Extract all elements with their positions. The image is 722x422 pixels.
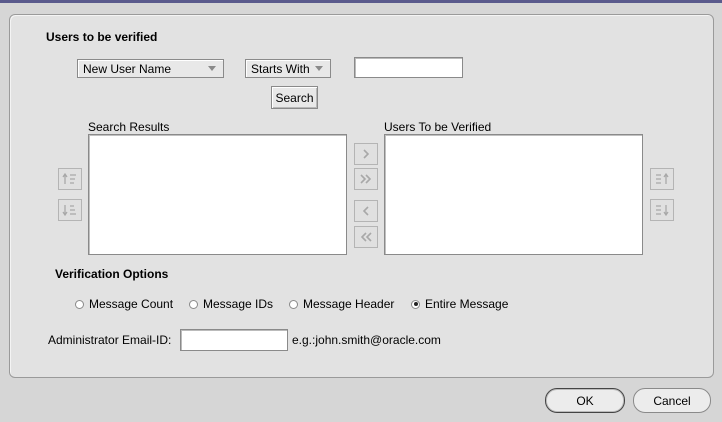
chevron-down-icon: [208, 66, 216, 71]
search-button[interactable]: Search: [271, 86, 318, 109]
sort-descending-button[interactable]: [58, 199, 82, 221]
radio-message-header[interactable]: Message Header: [289, 297, 394, 311]
radio-label: Message Header: [303, 297, 395, 311]
search-value-input[interactable]: [354, 57, 463, 78]
radio-label: Entire Message: [425, 297, 509, 311]
move-all-right-button[interactable]: [354, 168, 378, 190]
ok-button[interactable]: OK: [545, 388, 625, 413]
radio-message-count[interactable]: Message Count: [75, 297, 173, 311]
radio-button-selected-icon: [411, 299, 420, 309]
operator-select[interactable]: Starts With: [245, 59, 331, 78]
sort-ascending-icon: [62, 172, 76, 184]
radio-entire-message[interactable]: Entire Message: [411, 297, 508, 311]
move-down-icon: [656, 205, 669, 217]
chevron-down-icon: [315, 66, 323, 71]
users-to-verify-list[interactable]: [384, 134, 643, 255]
move-all-right-icon: [360, 174, 372, 184]
search-results-list[interactable]: [88, 134, 347, 255]
sort-ascending-button[interactable]: [58, 168, 82, 190]
radio-label: Message IDs: [203, 297, 274, 311]
move-all-left-icon: [360, 232, 372, 242]
move-up-icon: [656, 172, 669, 184]
search-results-label: Search Results: [88, 120, 170, 134]
window-top-edge: [0, 0, 722, 3]
radio-message-ids[interactable]: Message IDs: [189, 297, 273, 311]
move-right-button[interactable]: [354, 143, 378, 165]
admin-email-example: e.g.:john.smith@oracle.com: [292, 333, 441, 347]
verification-options-title: Verification Options: [55, 267, 169, 281]
field-select-value: New User Name: [83, 61, 172, 76]
users-section-title: Users to be verified: [46, 30, 158, 44]
move-left-icon: [362, 206, 369, 216]
sort-descending-icon: [62, 205, 76, 217]
move-all-left-button[interactable]: [354, 226, 378, 248]
radio-button-icon: [289, 299, 298, 309]
field-select[interactable]: New User Name: [77, 59, 224, 78]
move-left-button[interactable]: [354, 200, 378, 222]
admin-email-label: Administrator Email-ID:: [48, 333, 172, 347]
radio-button-icon: [75, 299, 84, 309]
operator-select-value: Starts With: [251, 61, 310, 76]
move-down-button[interactable]: [650, 199, 674, 221]
users-to-verify-label: Users To be Verified: [384, 120, 492, 134]
admin-email-input[interactable]: [180, 329, 288, 351]
move-up-button[interactable]: [650, 168, 674, 190]
radio-label: Message Count: [89, 297, 174, 311]
radio-button-icon: [189, 299, 198, 309]
cancel-button[interactable]: Cancel: [633, 388, 711, 413]
move-right-icon: [363, 149, 370, 159]
